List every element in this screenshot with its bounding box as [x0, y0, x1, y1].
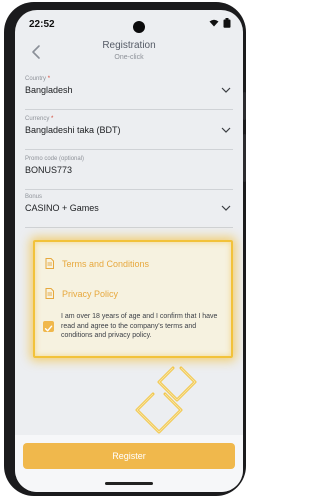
- privacy-link-row[interactable]: Privacy Policy: [45, 288, 118, 299]
- document-icon: [45, 258, 54, 269]
- field-underline: [25, 109, 233, 110]
- field-underline: [25, 227, 233, 228]
- field-underline: [25, 189, 233, 190]
- volume-button: [243, 92, 246, 120]
- checkmark-icon: [44, 325, 53, 332]
- consent-section: Terms and Conditions Privacy Policy I am…: [33, 240, 233, 358]
- currency-select[interactable]: Currency * Bangladeshi taka (BDT): [25, 116, 233, 150]
- bottom-action-bar: Register: [15, 435, 243, 492]
- double-chevron-arrow-icon: [135, 366, 197, 434]
- screen: 22:52 Registration One-click Country * B…: [15, 10, 243, 492]
- wifi-icon: [209, 19, 219, 27]
- status-bar: 22:52: [15, 10, 243, 34]
- bonus-select[interactable]: Bonus CASINO + Games: [25, 194, 233, 228]
- promo-code-input[interactable]: Promo code (optional) BONUS773: [25, 156, 233, 190]
- age-consent-text: I am over 18 years of age and I confirm …: [61, 313, 218, 339]
- terms-link[interactable]: Terms and Conditions: [62, 259, 149, 269]
- battery-icon: [223, 18, 231, 28]
- phone-frame: 22:52 Registration One-click Country * B…: [4, 2, 246, 496]
- camera-cutout: [133, 21, 145, 33]
- register-button[interactable]: Register: [23, 443, 235, 469]
- country-select[interactable]: Country * Bangladesh: [25, 76, 233, 110]
- currency-label: Currency *: [25, 116, 54, 122]
- bonus-label: Bonus: [25, 194, 43, 200]
- page-header: Registration One-click: [15, 34, 243, 74]
- chevron-down-icon: [221, 127, 231, 133]
- home-indicator[interactable]: [105, 482, 153, 485]
- bonus-value: CASINO + Games: [25, 203, 99, 213]
- chevron-down-icon: [221, 205, 231, 211]
- document-icon: [45, 288, 54, 299]
- promo-code-label: Promo code (optional): [25, 156, 85, 162]
- promo-code-value: BONUS773: [25, 165, 73, 175]
- country-value: Bangladesh: [25, 85, 73, 95]
- status-time: 22:52: [29, 19, 55, 30]
- privacy-link[interactable]: Privacy Policy: [62, 289, 118, 299]
- currency-value: Bangladeshi taka (BDT): [25, 125, 121, 135]
- chevron-down-icon: [221, 87, 231, 93]
- country-label: Country *: [25, 76, 51, 82]
- page-title: Registration: [102, 40, 156, 51]
- status-icons: [209, 18, 231, 28]
- power-button: [243, 134, 246, 182]
- age-consent-checkbox[interactable]: [43, 321, 54, 332]
- field-underline: [25, 149, 233, 150]
- page-subtitle: One-click: [114, 54, 144, 61]
- terms-link-row[interactable]: Terms and Conditions: [45, 258, 149, 269]
